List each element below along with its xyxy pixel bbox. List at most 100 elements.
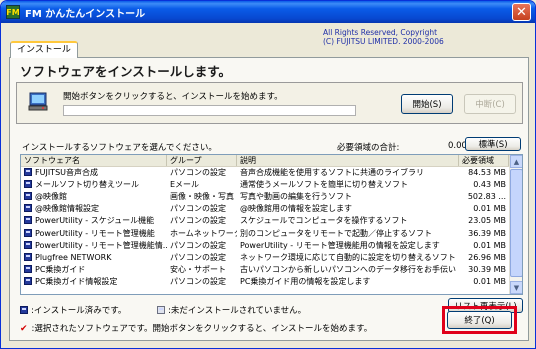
installed-icon [20, 306, 28, 314]
cell-name: @映像館情報設定 [21, 203, 167, 215]
app-icon: FM [6, 5, 20, 19]
cell-description: 写真や動画の編集を行うソフト [240, 192, 352, 202]
table-row[interactable]: メールソフト切り替えツール Eメール 通常使うメールソフトを簡単に切り替えソフト 0.… [21, 179, 522, 191]
legend-not-installed-text: :未だインストールされていません。 [168, 306, 307, 316]
cell-size: 26.96 MB [468, 252, 506, 262]
standard-button[interactable]: 標準(S) [465, 137, 521, 151]
cell-group: パソコンの設定 [170, 204, 226, 214]
legend-installed-text: :インストール済みです。 [31, 306, 127, 316]
installed-icon [24, 228, 32, 237]
start-button[interactable]: 開始(S) [401, 94, 453, 114]
exit-button-highlight [442, 306, 517, 334]
status-box: 開始ボタンをクリックすると、インストールを始めます。 開始(S) 中断(C) [16, 82, 523, 124]
column-header-name[interactable]: ソフトウェア名 [21, 155, 167, 166]
installed-icon [24, 252, 32, 261]
column-header-size[interactable]: 必要領域 [459, 155, 509, 166]
cell-group: ホームネットワーク [170, 228, 237, 238]
cell-name-text: Plugfree NETWORK [35, 252, 112, 262]
list-header: ソフトウェア名 グループ 説明 必要領域 [21, 155, 522, 167]
cell-name: Plugfree NETWORK [21, 252, 167, 264]
cell-name-text: メールソフト切り替えツール [35, 180, 139, 190]
cell-name: FUJITSU音声合成 [21, 167, 167, 179]
copyright-line-2: (C) FUJITSU LIMITED. 2000-2006 [323, 37, 444, 46]
cell-name: PC乗換ガイド [21, 264, 167, 276]
installer-computer-icon [28, 92, 48, 111]
list-body: FUJITSU音声合成 パソコンの設定 音声合成機能を使用するソフトに共通のライブラ… [21, 167, 522, 288]
table-row[interactable]: @映像館情報設定 パソコンの設定 @映像館用の情報を設定します 0.01 MB [21, 203, 522, 215]
cell-group: パソコンの設定 [170, 168, 226, 178]
status-message: 開始ボタンをクリックすると、インストールを始めます。 [63, 92, 283, 102]
cell-name-text: PC乗換ガイド [35, 264, 86, 274]
close-button[interactable]: ✕ [512, 3, 531, 21]
cell-name-text: PowerUtility - リモート管理機能 [35, 228, 155, 238]
installer-window: FM FM かんたんインストール ✕ All Rights Reserved, … [0, 0, 536, 349]
installed-icon [24, 216, 32, 225]
cell-name: PowerUtility - リモート管理機能 [21, 228, 167, 240]
legend-not-installed: :未だインストールされていません。 [157, 304, 306, 316]
software-list[interactable]: ソフトウェア名 グループ 説明 必要領域 FUJITSU音声合成 パソコンの設定音… [20, 154, 523, 295]
cell-name-text: PowerUtility - スケジュール機能 [35, 216, 155, 226]
legend-installed: :インストール済みです。 [20, 304, 126, 316]
cell-description: ネットワーク環境に応じて自動的に設定を切り替えるソフト [240, 252, 456, 262]
cell-size: 84.53 MB [468, 168, 506, 178]
cell-size: 502.83 ... [467, 192, 506, 202]
table-row[interactable]: PowerUtility - スケジュール機能 パソコンの設定 スケジュールでコンピ… [21, 215, 522, 227]
title-bar[interactable]: FM FM かんたんインストール ✕ [1, 1, 535, 23]
installed-icon [24, 276, 32, 285]
install-panel: ソフトウェアをインストールします。 開始ボタンをクリックすると、インストールを始… [9, 57, 529, 341]
cell-description: 別のコンピュータをリモートで起動／停止するソフト [240, 228, 432, 238]
cell-description: PC乗換ガイド用の情報を設定します [240, 276, 371, 286]
cell-description: 古いパソコンから新しいパソコンへのデータ移行をお手伝い [240, 264, 456, 274]
cell-description: スケジュールでコンピュータを操作するソフト [240, 216, 408, 226]
cell-group: パソコンの設定 [170, 240, 226, 250]
progress-bar [63, 105, 356, 116]
table-row[interactable]: PowerUtility - リモート管理機能情... パソコンの設定 PowerU… [21, 240, 522, 252]
cell-name: PowerUtility - リモート管理機能情... [21, 240, 167, 252]
installed-icon [24, 192, 32, 201]
cell-size: 0.01 MB [473, 240, 506, 250]
table-row[interactable]: PC乗換ガイド情報設定 パソコンの設定 PC乗換ガイド用の情報を設定します 0.01 … [21, 276, 522, 288]
tab-install[interactable]: インストール [10, 41, 78, 58]
cell-description: PowerUtility - リモート管理機能用の情報を設定します [240, 240, 440, 250]
cell-group: パソコンの設定 [170, 252, 226, 262]
cell-size: 0.43 MB [473, 180, 506, 190]
cell-size: 36.39 MB [468, 228, 506, 238]
cell-description: 通常使うメールソフトを簡単に切り替えソフト [240, 180, 408, 190]
cell-group: Eメール [170, 180, 200, 190]
table-row[interactable]: Plugfree NETWORK パソコンの設定 ネットワーク環境に応じて自動的に設… [21, 252, 522, 264]
column-header-group[interactable]: グループ [167, 155, 237, 166]
cell-name-text: @映像館情報設定 [35, 204, 99, 214]
cell-group: パソコンの設定 [170, 276, 226, 286]
cell-size: 0.01 MB [473, 276, 506, 286]
installed-icon [24, 204, 32, 213]
window-title: FM かんたんインストール [25, 8, 146, 20]
scroll-up-icon[interactable]: ▲ [510, 155, 522, 168]
copyright-line-1: All Rights Reserved, Copyright [323, 28, 438, 37]
cell-group: パソコンの設定 [170, 216, 226, 226]
cell-name: PC乗換ガイド情報設定 [21, 276, 167, 288]
table-row[interactable]: FUJITSU音声合成 パソコンの設定 音声合成機能を使用するソフトに共通のライブラ… [21, 167, 522, 179]
page-title: ソフトウェアをインストールします。 [20, 64, 232, 79]
cell-name: @映像館 [21, 191, 167, 203]
scroll-thumb[interactable] [510, 169, 522, 277]
cell-group: 画像・映像・写真 [170, 192, 234, 202]
table-row[interactable]: @映像館 画像・映像・写真 写真や動画の編集を行うソフト 502.83 ... [21, 191, 522, 203]
vertical-scrollbar[interactable]: ▲ ▼ [509, 155, 522, 294]
required-space-label: 必要領域の合計: [337, 143, 400, 153]
cell-size: 0.01 MB [473, 204, 506, 214]
table-row[interactable]: PC乗換ガイド 安心・サポート 古いパソコンから新しいパソコンへのデータ移行をお手伝… [21, 264, 522, 276]
cell-group: 安心・サポート [170, 264, 226, 274]
table-row[interactable]: PowerUtility - リモート管理機能 ホームネットワーク 別のコンピュータ… [21, 227, 522, 239]
copyright-notice: All Rights Reserved, Copyright (C) FUJIT… [323, 28, 523, 46]
installed-icon [24, 168, 32, 177]
column-header-description[interactable]: 説明 [237, 155, 459, 166]
installed-icon [24, 180, 32, 189]
legend-selected-text: :選択されたソフトウェアです。開始ボタンをクリックすると、インストールを始めます… [31, 324, 373, 334]
legend-selected: ✔:選択されたソフトウェアです。開始ボタンをクリックすると、インストールを始めま… [20, 322, 372, 334]
cell-name-text: PowerUtility - リモート管理機能情... [35, 240, 167, 250]
cell-description: @映像館用の情報を設定します [240, 204, 352, 214]
not-installed-icon [157, 306, 165, 314]
scroll-down-icon[interactable]: ▼ [510, 281, 522, 294]
abort-button[interactable]: 中断(C) [464, 94, 516, 114]
cell-name-text: PC乗換ガイド情報設定 [35, 276, 118, 286]
